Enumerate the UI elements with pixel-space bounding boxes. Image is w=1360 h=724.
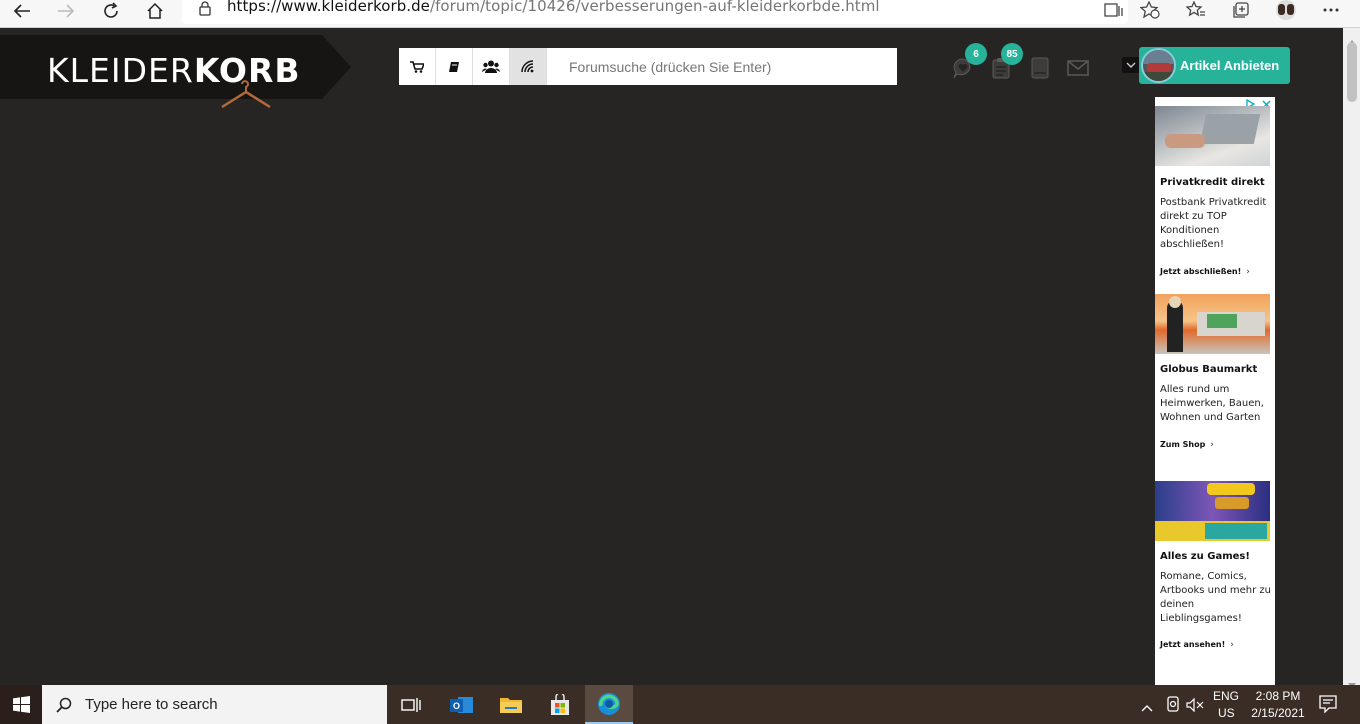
forward-icon[interactable] — [52, 0, 80, 22]
logo-text-bold: KORB — [193, 51, 301, 90]
taskbar-search-box[interactable]: Type here to search — [42, 685, 387, 724]
favorites-icon[interactable] — [1184, 0, 1208, 20]
task-view-icon[interactable] — [387, 685, 435, 724]
refresh-icon[interactable] — [97, 0, 125, 22]
svg-text:O: O — [453, 701, 460, 711]
chevron-right-icon: › — [1246, 267, 1250, 277]
browser-toolbar: https://www.kleiderkorb.de/forum/topic/1… — [0, 0, 1360, 28]
page-scrollbar[interactable] — [1343, 28, 1360, 688]
meet-now-icon[interactable] — [1165, 696, 1181, 716]
community-users-button[interactable] — [473, 48, 510, 85]
file-explorer-icon[interactable] — [487, 685, 535, 724]
reader-view-icon[interactable] — [1102, 0, 1126, 20]
ad-image-laptop[interactable] — [1155, 106, 1270, 166]
language-indicator[interactable]: ENG US — [1213, 689, 1239, 720]
ad-cta-link[interactable]: Zum Shop › — [1160, 432, 1214, 451]
microsoft-store-icon[interactable] — [536, 685, 584, 724]
ad-cta-link[interactable]: Jetzt ansehen! › — [1160, 632, 1234, 651]
clock-date: 2/15/2021 — [1251, 706, 1305, 720]
chevron-right-icon: › — [1230, 640, 1234, 650]
wardrobe-book-icon[interactable] — [1027, 55, 1053, 81]
url-path: /forum/topic/10426/verbesserungen-auf-kl… — [429, 0, 880, 15]
url-text: https://www.kleiderkorb.de/forum/topic/1… — [227, 0, 880, 15]
ad-cta-label: Zum Shop — [1160, 440, 1206, 449]
shop-cart-button[interactable] — [399, 48, 436, 85]
search-icon — [56, 697, 72, 713]
sell-button-label: Artikel Anbieten — [1180, 58, 1280, 73]
volume-muted-icon[interactable] — [1186, 697, 1204, 716]
tray-chevron-up-icon[interactable] — [1141, 697, 1153, 716]
collections-icon[interactable] — [1229, 0, 1253, 20]
ad-body[interactable]: Postbank Privatkredit direkt zu TOP Kond… — [1160, 196, 1272, 252]
sell-item-button[interactable]: Artikel Anbieten — [1139, 47, 1290, 84]
magazine-book-button[interactable] — [436, 48, 473, 85]
notes-badge: 85 — [1001, 43, 1023, 65]
ad-body[interactable]: Romane, Comics, Artbooks und mehr zu dei… — [1160, 570, 1272, 626]
category-toolbar — [399, 48, 547, 85]
url-host: https://www.kleiderkorb.de — [227, 0, 430, 15]
windows-taskbar: Type here to search O ENG US 2:08 PM 2/1… — [0, 685, 1360, 724]
back-icon[interactable] — [8, 0, 36, 22]
lock-icon — [198, 0, 212, 20]
language-code: ENG — [1213, 689, 1240, 703]
address-bar[interactable]: https://www.kleiderkorb.de/forum/topic/1… — [182, 0, 1128, 24]
ad-cta-label: Jetzt abschließen! — [1160, 267, 1242, 276]
ad-title[interactable]: Globus Baumarkt — [1160, 364, 1257, 375]
ad-title[interactable]: Alles zu Games! — [1160, 551, 1250, 562]
clock[interactable]: 2:08 PM 2/15/2021 — [1248, 689, 1308, 720]
ad-cta-link[interactable]: Jetzt abschließen! › — [1160, 259, 1250, 278]
profile-avatar[interactable] — [1274, 0, 1298, 20]
chevron-right-icon: › — [1210, 440, 1214, 450]
ad-image-games[interactable] — [1155, 481, 1270, 541]
user-avatar — [1141, 48, 1176, 83]
chevron-down-icon[interactable] — [1122, 57, 1140, 73]
home-icon[interactable] — [141, 0, 169, 22]
action-center-icon[interactable] — [1319, 695, 1337, 717]
more-options-icon[interactable] — [1319, 0, 1343, 20]
add-favorite-icon[interactable] — [1138, 0, 1162, 20]
ad-sidebar: Privatkredit direkt Postbank Privatkredi… — [1155, 97, 1275, 685]
mail-envelope-icon[interactable] — [1065, 55, 1091, 81]
clock-time: 2:08 PM — [1255, 689, 1301, 703]
ad-title[interactable]: Privatkredit direkt — [1160, 177, 1265, 188]
logo-text-light: KLEIDER — [47, 51, 194, 90]
site-logo[interactable]: KLEIDERKORB — [0, 35, 351, 109]
logo-text: KLEIDERKORB — [47, 51, 301, 90]
edge-browser-icon[interactable] — [585, 685, 633, 724]
ad-body[interactable]: Alles rund um Heimwerken, Bauen, Wohnen … — [1160, 383, 1272, 425]
keyboard-region: US — [1218, 706, 1235, 720]
forum-feed-button[interactable] — [510, 48, 547, 85]
scroll-thumb[interactable] — [1347, 42, 1357, 102]
windows-start-icon[interactable] — [0, 685, 42, 724]
forum-search-input[interactable] — [547, 48, 897, 85]
chat-badge: 6 — [965, 43, 987, 65]
ad-image-store[interactable] — [1155, 294, 1270, 354]
taskbar-search-placeholder: Type here to search — [85, 696, 218, 713]
outlook-icon[interactable]: O — [438, 685, 486, 724]
ad-cta-label: Jetzt ansehen! — [1160, 640, 1226, 649]
